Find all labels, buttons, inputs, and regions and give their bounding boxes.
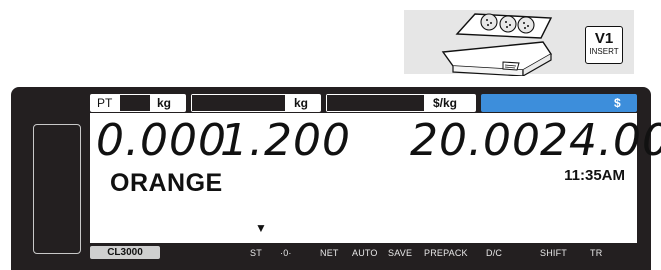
tare-header-tab: PT kg: [90, 94, 186, 112]
unit-price-header-tab: $/kg: [326, 94, 476, 112]
tare-value: 0.000: [96, 115, 227, 166]
model-badge: CL3000: [90, 246, 160, 259]
scale-display-housing: PT kg kg $/kg $ 0.000 1.200 20.00 24.00 …: [11, 87, 661, 270]
status-st: ST: [250, 248, 262, 258]
scale-icon: [441, 13, 553, 76]
tare-label: PT: [97, 96, 113, 110]
total-header-tab: $: [481, 94, 637, 112]
status-zero: ·0·: [280, 248, 292, 258]
status-shift: SHIFT: [540, 248, 567, 258]
weight-unit: kg: [287, 94, 316, 112]
insert-key-badge[interactable]: V1 INSERT: [585, 26, 623, 64]
tare-unit: kg: [150, 94, 179, 112]
status-dc: D/C: [486, 248, 503, 258]
clock-time: 11:35AM: [564, 167, 625, 184]
total-price-value: 24.00: [540, 115, 661, 166]
unit-price-unit: $/kg: [426, 94, 465, 112]
status-save: SAVE: [388, 248, 413, 258]
total-unit: $: [607, 94, 628, 112]
status-indicator-arrow: ▼: [255, 221, 267, 235]
status-prepack: PREPACK: [424, 248, 468, 258]
insert-version: V1: [594, 30, 614, 47]
weight-value: 1.200: [220, 115, 351, 166]
side-display-slot: [33, 124, 81, 254]
insert-label: INSERT: [589, 47, 619, 56]
status-tr: TR: [590, 248, 603, 258]
unit-price-value: 20.00: [410, 115, 541, 166]
weight-header-tab: kg: [191, 94, 321, 112]
status-auto: AUTO: [352, 248, 378, 258]
lcd-screen: 0.000 1.200 20.00 24.00 ORANGE 11:35AM ▼: [90, 113, 661, 243]
status-net: NET: [320, 248, 339, 258]
product-name: ORANGE: [110, 169, 223, 197]
